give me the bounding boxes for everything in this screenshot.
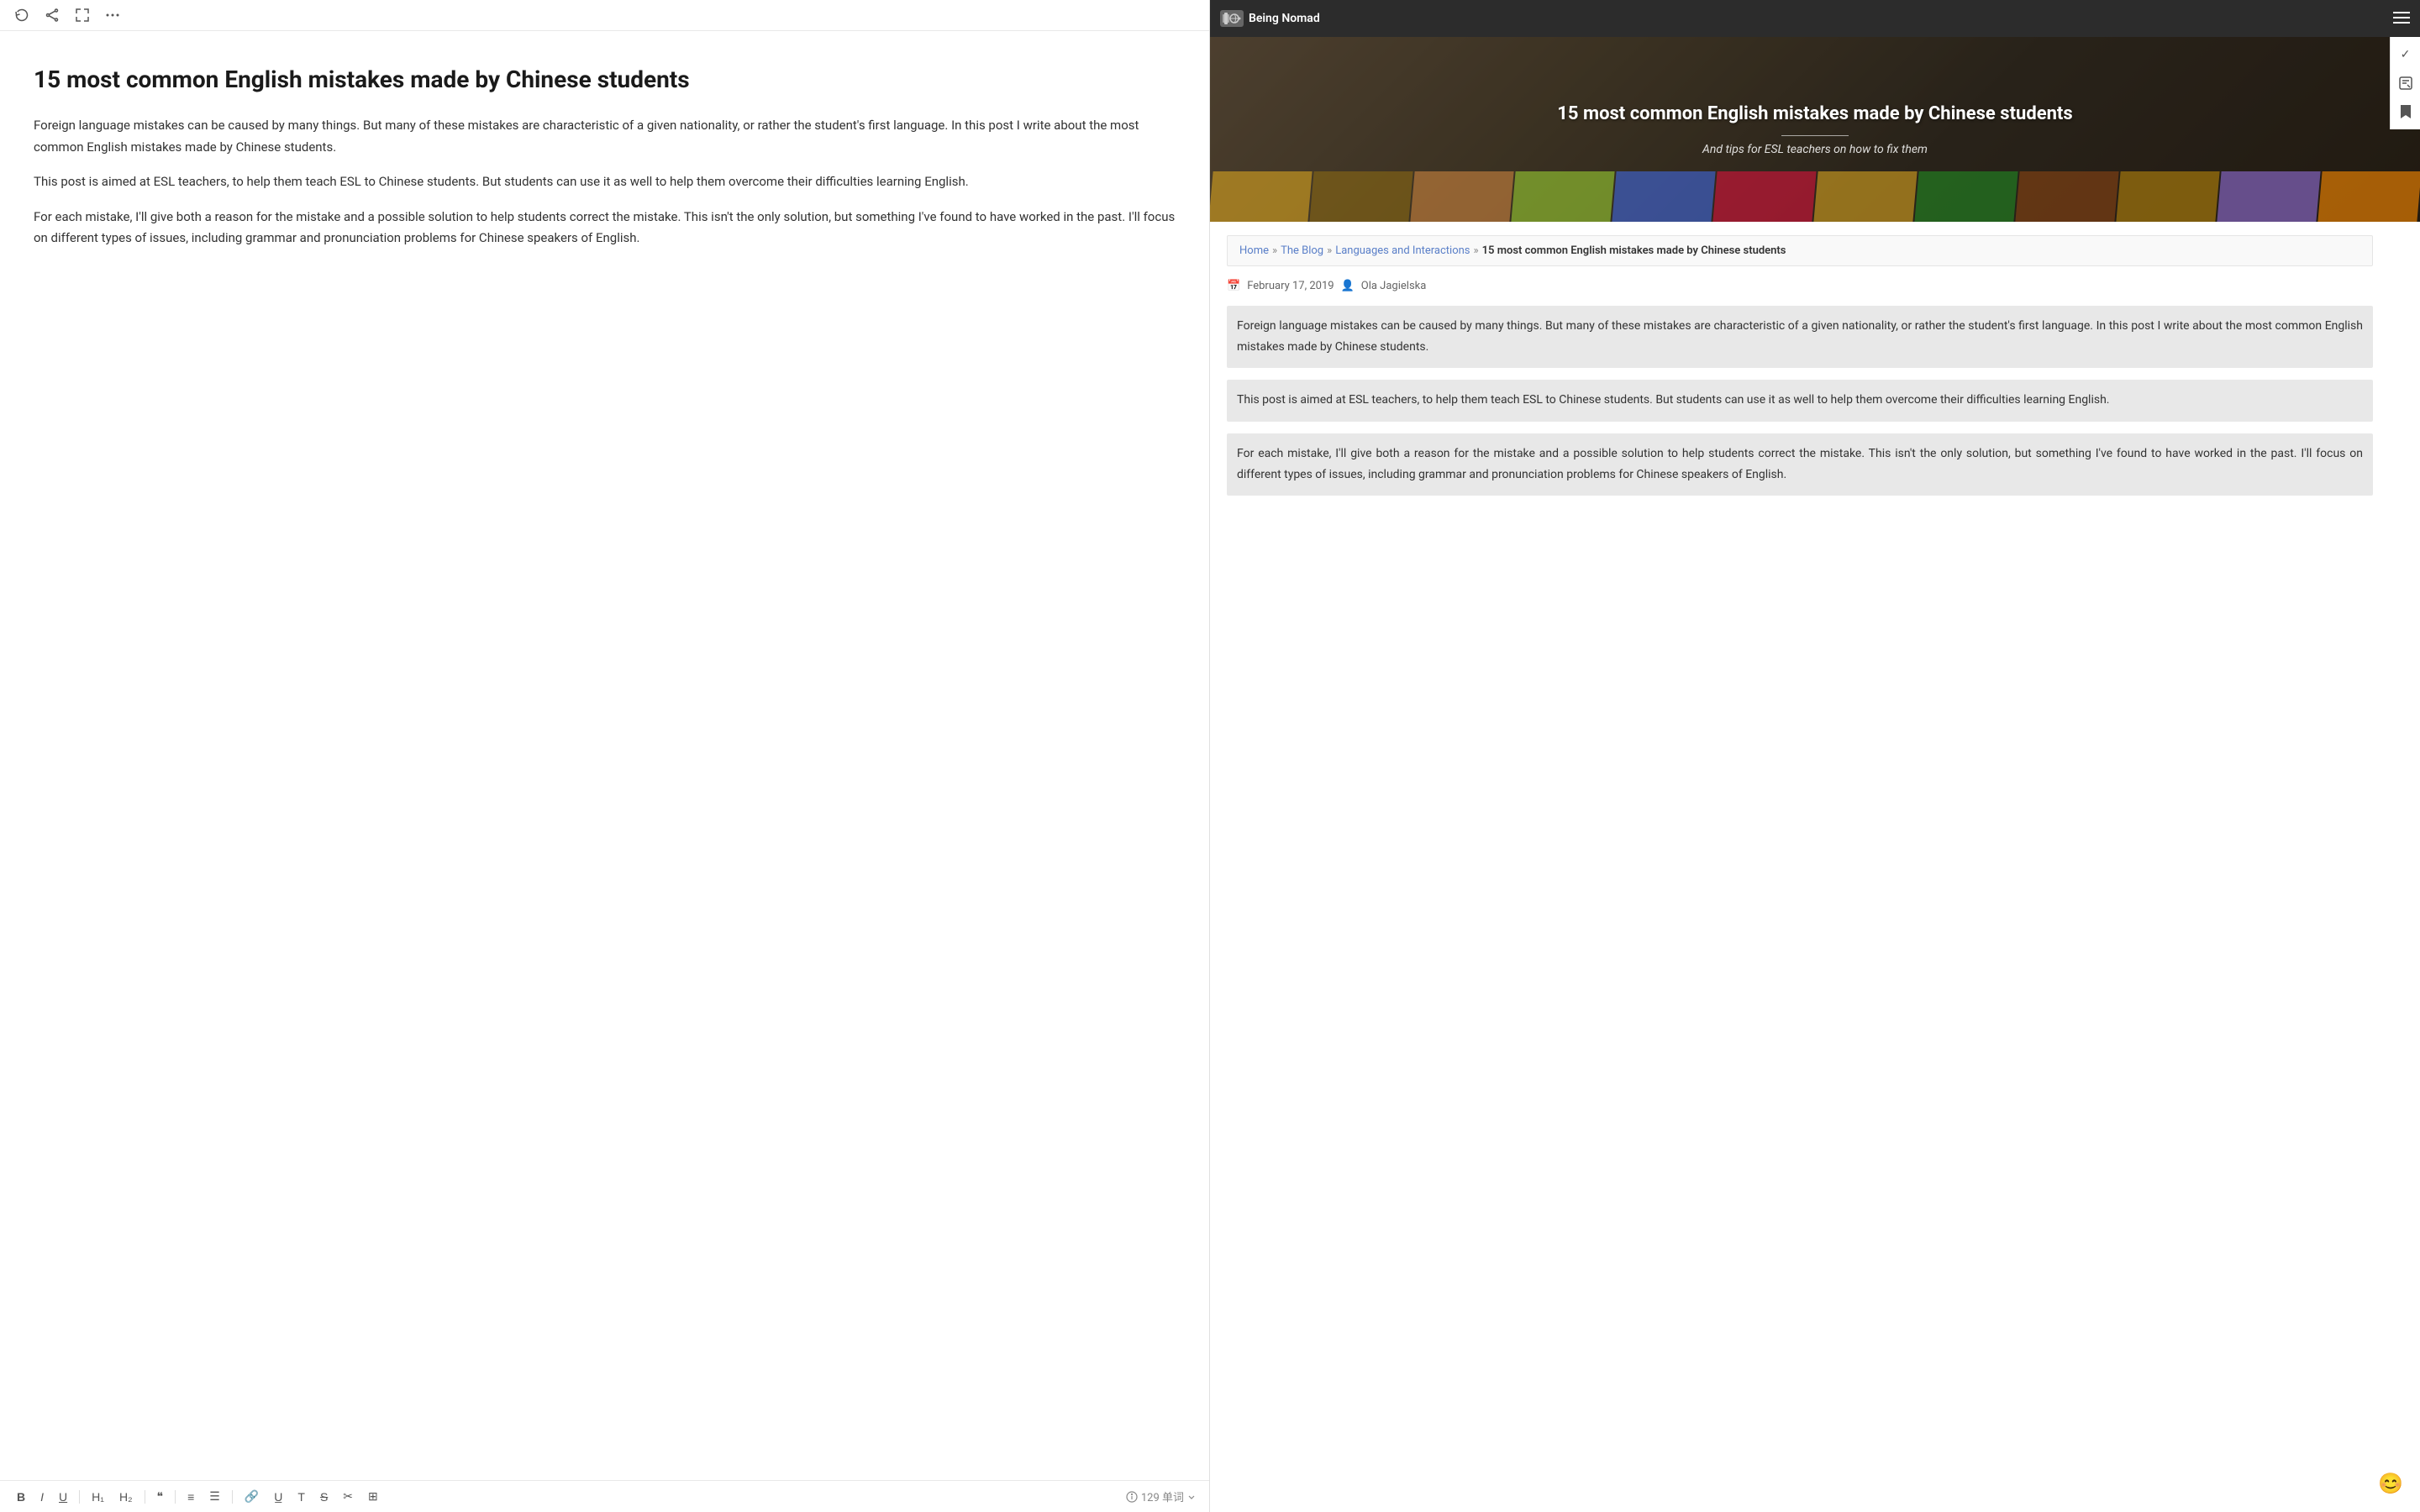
pencils-decoration [1210, 171, 2420, 222]
editor-panel: 15 most common English mistakes made by … [0, 0, 1210, 1512]
hero-title: 15 most common English mistakes made by … [1557, 102, 2072, 127]
toolbar-divider-1 [79, 1490, 80, 1504]
article-para-2: This post is aimed at ESL teachers, to h… [1227, 380, 2373, 421]
refresh-icon[interactable] [13, 7, 30, 24]
breadcrumb-sep-3: » [1474, 244, 1479, 257]
hero-subtitle: And tips for ESL teachers on how to fix … [1557, 143, 2072, 156]
link-button[interactable]: 🔗 [241, 1488, 262, 1505]
editor-title: 15 most common English mistakes made by … [34, 65, 1176, 95]
editor-para-3: For each mistake, I'll give both a reaso… [34, 207, 1176, 249]
site-nav: Being Nomad [1210, 0, 2420, 37]
breadcrumb-sep-2: » [1327, 244, 1332, 257]
menu-icon[interactable] [2393, 10, 2410, 28]
underline2-button[interactable]: U̲ [271, 1488, 286, 1505]
hero-section: 15 most common English mistakes made by … [1210, 37, 2420, 222]
toolbar-divider-4 [232, 1490, 233, 1504]
cut-button[interactable]: ✂ [339, 1488, 356, 1505]
logo-text: Being Nomad [1249, 12, 1320, 25]
editor-para-2: This post is aimed at ESL teachers, to h… [34, 171, 1176, 193]
browser-panel: Being Nomad 15 most [1210, 0, 2420, 1512]
right-sidebar: ✓ [2390, 37, 2420, 129]
more-icon[interactable] [104, 7, 121, 24]
share-icon[interactable] [44, 7, 60, 24]
expand-icon[interactable] [74, 7, 91, 24]
h1-button[interactable]: H₁ [88, 1488, 108, 1505]
editor-toolbar-top [0, 0, 1209, 31]
article-date: February 17, 2019 [1247, 280, 1334, 292]
h2-button[interactable]: H₂ [116, 1488, 136, 1505]
emoji-feedback[interactable]: 😊 [2378, 1472, 2403, 1495]
breadcrumb-sep-1: » [1272, 244, 1277, 257]
article-author: Ola Jagielska [1361, 280, 1427, 292]
editor-toolbar-bottom: B I U H₁ H₂ ❝ ≡ ☰ 🔗 U̲ T S ✂ ⊞ 129 单词 [0, 1480, 1209, 1512]
underline-button[interactable]: U [55, 1488, 71, 1505]
author-icon: 👤 [1341, 280, 1355, 292]
breadcrumb-home[interactable]: Home [1239, 244, 1269, 257]
breadcrumb-current: 15 most common English mistakes made by … [1482, 244, 1786, 257]
text-button[interactable]: T [294, 1488, 308, 1505]
italic-button[interactable]: I [37, 1488, 47, 1505]
ordered-list-button[interactable]: ≡ [184, 1488, 197, 1505]
image-button[interactable]: ⊞ [365, 1488, 381, 1505]
unordered-list-button[interactable]: ☰ [206, 1488, 224, 1505]
bold-button[interactable]: B [13, 1488, 29, 1505]
browser-content[interactable]: Home » The Blog » Languages and Interact… [1210, 222, 2420, 1512]
editor-body[interactable]: 15 most common English mistakes made by … [0, 31, 1209, 1480]
toolbar-divider-3 [175, 1490, 176, 1504]
article-para-1: Foreign language mistakes can be caused … [1227, 306, 2373, 368]
strikethrough-button[interactable]: S [317, 1488, 331, 1505]
breadcrumb-category[interactable]: Languages and Interactions [1335, 244, 1470, 257]
breadcrumb-blog[interactable]: The Blog [1281, 244, 1323, 257]
quote-button[interactable]: ❝ [154, 1488, 167, 1505]
article-meta: 📅 February 17, 2019 👤 Ola Jagielska [1227, 280, 2373, 292]
format-icon[interactable] [2395, 72, 2417, 94]
article-para-3: For each mistake, I'll give both a reaso… [1227, 433, 2373, 496]
check-icon[interactable]: ✓ [2395, 44, 2417, 66]
word-count-label: 129 单词 [1141, 1488, 1184, 1504]
breadcrumb: Home » The Blog » Languages and Interact… [1227, 235, 2373, 266]
editor-para-1: Foreign language mistakes can be caused … [34, 115, 1176, 158]
bookmark-icon[interactable] [2395, 101, 2417, 123]
hero-content: 15 most common English mistakes made by … [1540, 102, 2089, 156]
word-count: 129 单词 [1126, 1488, 1196, 1504]
calendar-icon: 📅 [1227, 280, 1240, 292]
hero-divider [1781, 135, 1849, 136]
logo-icon [1220, 10, 1244, 27]
site-logo: Being Nomad [1220, 10, 1320, 27]
